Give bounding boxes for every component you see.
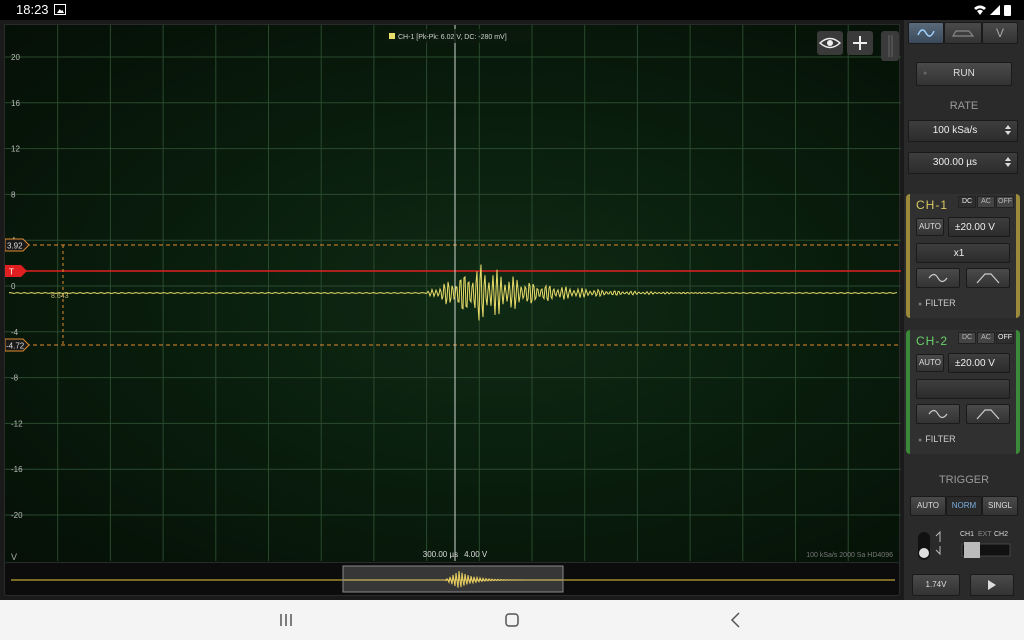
- ch1-ac-button[interactable]: AC: [977, 196, 995, 208]
- ch1-off-button[interactable]: OFF: [996, 196, 1014, 208]
- rising-edge-icon: [935, 530, 941, 542]
- svg-text:3.92: 3.92: [7, 242, 23, 251]
- ch1-filter-toggle[interactable]: FILTER: [918, 298, 955, 308]
- ch2-probe-select[interactable]: [916, 379, 1010, 399]
- ch1-dc-button[interactable]: DC: [958, 196, 976, 208]
- signal-icon: [990, 5, 1000, 15]
- edge-toggle[interactable]: [918, 532, 930, 560]
- updown-icon: [1005, 157, 1011, 167]
- tab-car[interactable]: [944, 22, 982, 44]
- tab-wave[interactable]: [908, 22, 944, 44]
- waveform-overview[interactable]: [4, 562, 900, 596]
- ch2-auto-button[interactable]: AUTO: [916, 354, 944, 372]
- ch1-ramp-button[interactable]: [966, 268, 1010, 288]
- ch1-auto-button[interactable]: AUTO: [916, 218, 944, 236]
- timebase-select[interactable]: 300.00 µs: [908, 152, 1018, 174]
- back-icon[interactable]: [726, 610, 746, 630]
- play-button[interactable]: [970, 574, 1014, 596]
- wave-icon: [917, 29, 935, 37]
- system-nav-bar: [0, 600, 1024, 640]
- scope-display[interactable]: 201612840-4-8-12-16-20 V 8.643 3.92 T -4…: [4, 24, 901, 577]
- falling-edge-icon: [935, 546, 941, 556]
- play-icon: [988, 580, 996, 590]
- trigger-controls: CH1 EXT CH2: [918, 530, 1011, 560]
- ch2-wave-button[interactable]: [916, 404, 960, 424]
- trigger-marker[interactable]: T: [5, 265, 27, 277]
- y-tick-label: 12: [11, 145, 20, 154]
- ch2-title: CH-2: [916, 334, 949, 348]
- ch1-wave-button[interactable]: [916, 268, 960, 288]
- svg-text:T: T: [9, 268, 14, 277]
- control-panel: V ● RUN RATE 100 kSa/s 300.00 µs CH-1 DC…: [904, 20, 1024, 600]
- y-tick-label: 16: [11, 99, 20, 108]
- y-tick-label: -4: [11, 328, 19, 337]
- y-tick-label: -16: [11, 465, 23, 474]
- trigger-source-slider[interactable]: [961, 542, 1011, 558]
- image-icon: [54, 4, 66, 15]
- ch2-filter-toggle[interactable]: FILTER: [918, 434, 955, 444]
- add-button[interactable]: [847, 31, 873, 55]
- waveform-plot[interactable]: 201612840-4-8-12-16-20 V 8.643 3.92 T -4…: [5, 25, 901, 577]
- tab-voltage[interactable]: V: [982, 22, 1018, 44]
- trigger-single-button[interactable]: SINGL: [982, 496, 1018, 516]
- ch1-title: CH-1: [916, 198, 949, 212]
- y-tick-label: -20: [11, 511, 23, 520]
- overview-window[interactable]: [342, 565, 564, 593]
- y-tick-label: 20: [11, 53, 20, 62]
- status-bar: 18:23: [0, 0, 1024, 20]
- rate-select[interactable]: 100 kSa/s: [908, 120, 1018, 142]
- cursor-delta-label: 8.643: [51, 293, 69, 300]
- trigger-auto-button[interactable]: AUTO: [910, 496, 946, 516]
- y-tick-label: -8: [11, 374, 19, 383]
- ch2-off-button[interactable]: OFF: [996, 332, 1014, 344]
- cursor-bottom-marker[interactable]: -4.72: [5, 338, 30, 352]
- oscilloscope-app: 201612840-4-8-12-16-20 V 8.643 3.92 T -4…: [0, 20, 1024, 600]
- acquisition-info: 100 kSa/s 2000 Sa HD4096: [806, 552, 893, 559]
- trigger-source-ch2: CH2: [994, 531, 1008, 538]
- trigger-source-ch1: CH1: [960, 531, 974, 538]
- run-indicator: ●: [923, 70, 928, 77]
- system-icons: [974, 5, 1011, 16]
- eye-button[interactable]: [817, 31, 843, 55]
- ramp-icon: [976, 273, 1000, 284]
- y-unit-label: V: [11, 552, 17, 562]
- home-icon[interactable]: [502, 610, 522, 630]
- recent-apps-icon[interactable]: [276, 610, 296, 630]
- ch1-color-swatch: [389, 33, 395, 39]
- clock: 18:23: [16, 2, 49, 17]
- wave-icon: [928, 273, 948, 283]
- battery-icon: [1004, 5, 1011, 16]
- ch1-panel: CH-1 DC AC OFF AUTO ±20.00 V x1 FILTER: [906, 194, 1020, 318]
- ch2-panel: CH-2 DC AC OFF AUTO ±20.00 V FILTER: [906, 330, 1020, 454]
- run-button[interactable]: ● RUN: [916, 62, 1012, 86]
- trigger-label: TRIGGER: [938, 474, 990, 486]
- rate-label: RATE: [949, 100, 979, 112]
- updown-icon: [1005, 125, 1011, 135]
- measurement-readout: CH-1 [Pk-Pk: 6.02 V, DC: -280 mV]: [398, 34, 507, 41]
- ch2-range-select[interactable]: ±20.00 V: [948, 353, 1010, 373]
- trigger-level-button[interactable]: 1.74V: [912, 574, 960, 596]
- ramp-icon: [976, 409, 1000, 420]
- trigger-source-ext: EXT: [978, 531, 992, 538]
- car-icon: [951, 30, 975, 37]
- ch1-range-select[interactable]: ±20.00 V: [948, 217, 1010, 237]
- trigger-norm-button[interactable]: NORM: [946, 496, 982, 516]
- cursor-top-marker[interactable]: 3.92: [5, 238, 30, 252]
- y-tick-label: 0: [11, 282, 16, 291]
- wave-icon: [928, 409, 948, 419]
- ch2-dc-button[interactable]: DC: [958, 332, 976, 344]
- svg-text:-4.72: -4.72: [6, 342, 25, 351]
- ch2-ramp-button[interactable]: [966, 404, 1010, 424]
- y-tick-label: 8: [11, 190, 16, 199]
- timebase-readout: 300.00 µs 4.00 V: [423, 550, 488, 559]
- wifi-icon: [974, 5, 986, 15]
- ch1-probe-select[interactable]: x1: [916, 243, 1010, 263]
- ch2-ac-button[interactable]: AC: [977, 332, 995, 344]
- panel-handle[interactable]: [881, 31, 899, 61]
- y-tick-label: -12: [11, 419, 23, 428]
- ch1-trace: [8, 264, 898, 321]
